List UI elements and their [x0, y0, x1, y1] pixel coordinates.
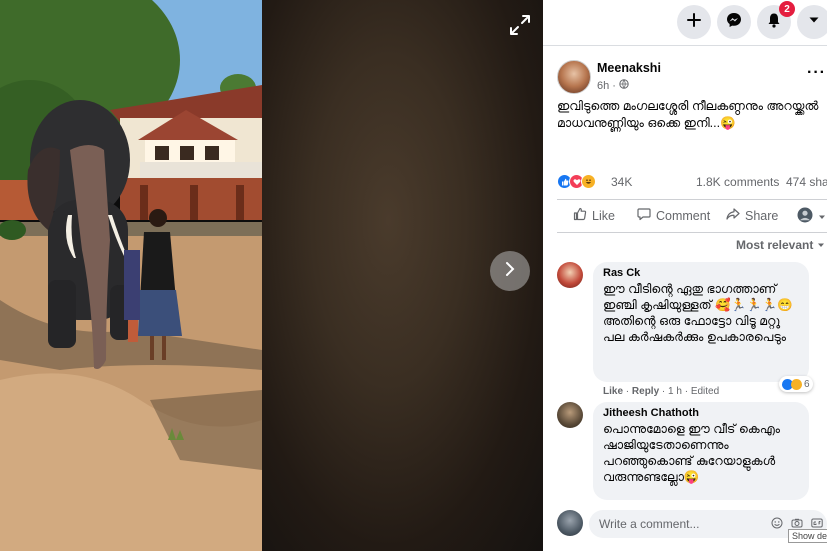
comment-icon: [637, 207, 651, 224]
comment-item: Jitheesh Chathoth പൊന്നുമോളെ ഈ വീട് കെഎം…: [557, 402, 827, 504]
comment-reactions[interactable]: 6: [779, 376, 813, 392]
post-actions: Like Comment Share: [557, 205, 827, 229]
post-options-icon[interactable]: ···: [807, 64, 826, 82]
comment-reply-link[interactable]: Reply: [632, 386, 659, 397]
my-avatar[interactable]: [557, 510, 583, 536]
create-button[interactable]: [677, 5, 711, 39]
bell-icon: [766, 12, 782, 33]
messenger-icon: [726, 12, 742, 33]
fullscreen-icon[interactable]: [507, 12, 533, 38]
commenter-avatar[interactable]: [557, 402, 583, 428]
author-avatar[interactable]: [557, 60, 591, 94]
author-name[interactable]: Meenakshi: [597, 61, 661, 75]
tooltip: Show de: [788, 529, 827, 543]
divider: [557, 232, 827, 233]
account-menu-button[interactable]: [797, 5, 827, 39]
comment-text: ഈ വീടിന്റെ ഏതു ഭാഗത്താണ് ഇഞ്ചി കൃഷിയുള്ള…: [603, 282, 793, 344]
post-details-panel: 2 Meenakshi 6h · ··· ഇവിടുത്തെ മംഗലശ്ശേര…: [543, 0, 827, 551]
comment-bubble: Jitheesh Chathoth പൊന്നുമോളെ ഈ വീട് കെഎം…: [593, 402, 809, 500]
comments-count[interactable]: 1.8K comments: [696, 175, 779, 189]
shares-count[interactable]: 474 shares: [786, 175, 827, 189]
notifications-badge: 2: [779, 1, 795, 17]
caret-down-icon: [808, 13, 820, 31]
plus-icon: [687, 12, 701, 32]
caret-down-icon: [817, 238, 825, 252]
comment-edited: Edited: [690, 386, 720, 397]
comment-reaction-count: 6: [804, 378, 810, 390]
caret-down-small-icon: [818, 210, 826, 224]
commenter-name[interactable]: Ras Ck: [603, 267, 799, 279]
photo-viewer: [0, 0, 543, 551]
like-button[interactable]: Like: [573, 207, 615, 224]
next-photo-button[interactable]: [490, 251, 530, 291]
commenter-name[interactable]: Jitheesh Chathoth: [603, 407, 799, 419]
post-photo[interactable]: [0, 0, 262, 551]
post-text: ഇവിടുത്തെ മംഗലശ്ശേരി നീലകണ്ഠനും അറയ്ക്കൽ…: [557, 99, 819, 130]
post-as-selector[interactable]: [797, 207, 826, 226]
reaction-count[interactable]: 34K: [611, 175, 632, 189]
comment-bubble: Ras Ck ഈ വീടിന്റെ ഏതു ഭാഗത്താണ് ഇഞ്ചി കൃ…: [593, 262, 809, 382]
notifications-button[interactable]: 2: [757, 1, 795, 39]
comment-button[interactable]: Comment: [637, 207, 710, 224]
messenger-button[interactable]: [717, 5, 751, 39]
thumbs-up-icon: [573, 207, 587, 224]
globe-icon: [619, 79, 629, 92]
comment-time[interactable]: 1 h: [668, 386, 682, 397]
post-meta: 6h ·: [597, 79, 629, 92]
reaction-icons[interactable]: [557, 174, 596, 189]
comment-input-placeholder: Write a comment...: [599, 517, 700, 531]
comment-item: Ras Ck ഈ വീടിന്റെ ഏതു ഭാഗത്താണ് ഇഞ്ചി കൃ…: [557, 262, 827, 402]
haha-reaction-icon: [581, 174, 596, 189]
post-header: Meenakshi 6h ·: [557, 60, 819, 96]
post-time[interactable]: 6h: [597, 80, 609, 92]
share-button[interactable]: Share: [726, 207, 778, 224]
haha-reaction-icon: [791, 378, 802, 390]
reactions-summary: 34K 1.8K comments 474 shares: [557, 172, 827, 192]
comment-text: പൊന്നുമോളെ ഈ വീട് കെഎം ഷാജിയുടേതാണെന്നും…: [603, 422, 780, 484]
comment-sort-dropdown[interactable]: Most relevant: [736, 238, 825, 252]
chevron-right-icon: [502, 261, 518, 282]
divider: [557, 199, 827, 200]
sort-label: Most relevant: [736, 238, 814, 252]
comment-like-link[interactable]: Like: [603, 386, 623, 397]
share-icon: [726, 207, 740, 224]
commenter-avatar[interactable]: [557, 262, 583, 288]
top-navigation-bar: 2: [543, 0, 827, 46]
share-label: Share: [745, 208, 779, 223]
write-comment-bar: Write a comment...: [557, 510, 827, 540]
comment-label: Comment: [656, 208, 711, 223]
emoji-icon[interactable]: [771, 517, 783, 532]
profile-avatar-icon: [797, 207, 813, 226]
comment-actions: Like · Reply · 1 h · Edited: [603, 386, 720, 397]
like-label: Like: [592, 208, 615, 223]
